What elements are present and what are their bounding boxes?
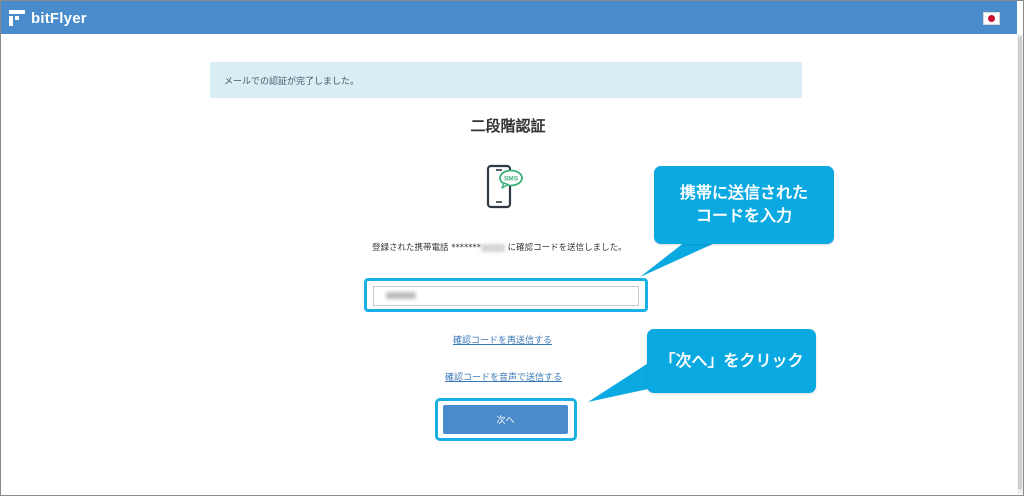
brand-logo[interactable]: bitFlyer [9,8,87,28]
sms-sent-description: 登録された携帯電話 ******* に確認コードを送信しました。 [372,241,644,256]
description-suffix: に確認コードを送信しました。 [504,243,627,253]
voice-code-link[interactable]: 確認コードを音声で送信する [445,370,562,383]
vertical-scrollbar[interactable] [1017,34,1023,494]
code-input-highlight [364,278,648,312]
bitflyer-logo-icon [9,10,25,26]
verification-code-input[interactable] [373,286,639,306]
masked-phone-digits [480,243,505,252]
blurred-code-value [386,292,416,299]
callout-click-next: 「次へ」をクリック [647,329,816,393]
japan-flag-icon[interactable] [983,12,1000,25]
resend-code-link[interactable]: 確認コードを再送信する [453,333,552,346]
brand-name: bitFlyer [31,9,87,27]
description-prefix: 登録された携帯電話 ******* [372,243,481,253]
success-alert: メールでの認証が完了しました。 [210,62,802,98]
scrollbar-thumb[interactable] [1018,36,1022,490]
callout-enter-code: 携帯に送信された コードを入力 [654,166,834,244]
page-title: 二段階認証 [470,117,546,135]
sms-badge-label: SMS [504,176,519,183]
alert-message: メールでの認証が完了しました。 [224,77,360,87]
sms-phone-icon: SMS [486,164,523,209]
app-header: bitFlyer [1,1,1017,34]
callout-enter-code-text: 携帯に送信された コードを入力 [679,183,808,225]
next-button[interactable]: 次へ [443,405,568,434]
